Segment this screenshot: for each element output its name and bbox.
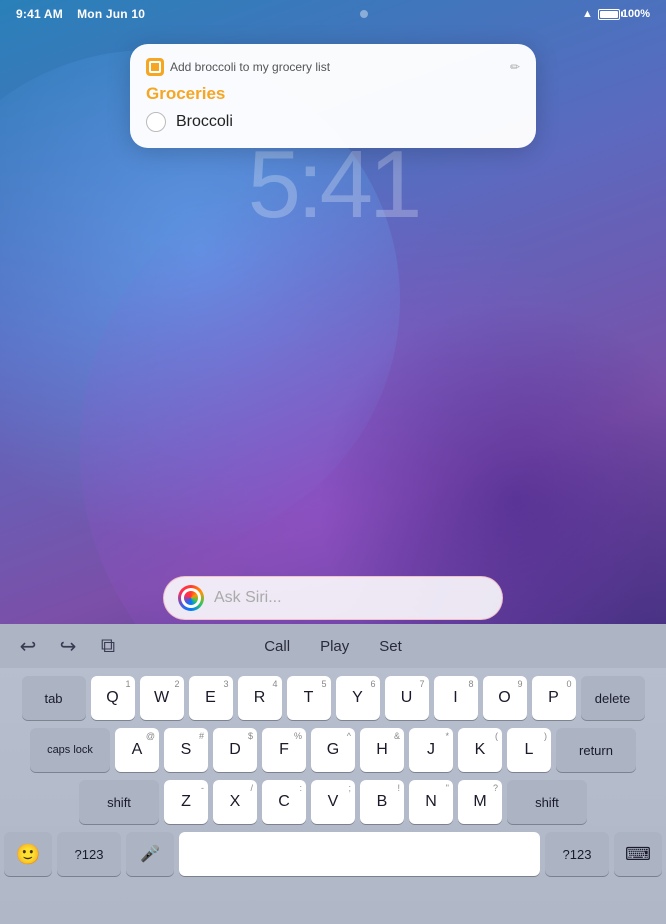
key-c[interactable]: C:	[262, 780, 306, 824]
status-date: Mon Jun 10	[77, 7, 145, 21]
siri-bar-container: Ask Siri...	[0, 576, 666, 620]
key-o[interactable]: O9	[483, 676, 527, 720]
keyboard-rows: tab Q1 W2 E3 R4 T5 Y6 U7 I8 O9 P0 delete…	[0, 668, 666, 880]
key-z[interactable]: Z-	[164, 780, 208, 824]
key-h[interactable]: H&	[360, 728, 404, 772]
item-checkbox[interactable]	[146, 112, 166, 132]
notification-title-text: Add broccoli to my grocery list	[170, 60, 504, 74]
key-row-3: shift Z- X/ C: V; B! N" M? shift	[4, 780, 662, 824]
key-q[interactable]: Q1	[91, 676, 135, 720]
key-g[interactable]: G^	[311, 728, 355, 772]
notification-card[interactable]: Add broccoli to my grocery list ✏ Grocer…	[130, 44, 536, 148]
key-f[interactable]: F%	[262, 728, 306, 772]
battery-icon	[598, 9, 620, 20]
reminders-icon-inner	[149, 61, 161, 73]
key-n[interactable]: N"	[409, 780, 453, 824]
grocery-list-title: Groceries	[146, 84, 520, 104]
key-t[interactable]: T5	[287, 676, 331, 720]
key-e[interactable]: E3	[189, 676, 233, 720]
key-l[interactable]: L)	[507, 728, 551, 772]
key-w[interactable]: W2	[140, 676, 184, 720]
wifi-icon: ▲	[582, 8, 593, 20]
key-d[interactable]: D$	[213, 728, 257, 772]
status-indicators: ▲ 100%	[582, 8, 650, 20]
key-s[interactable]: S#	[164, 728, 208, 772]
status-dot	[360, 10, 368, 18]
suggestion-set[interactable]: Set	[379, 638, 402, 655]
key-u[interactable]: U7	[385, 676, 429, 720]
shift-left-key[interactable]: shift	[79, 780, 159, 824]
key-p[interactable]: P0	[532, 676, 576, 720]
keyboard-key[interactable]: ⌨	[614, 832, 662, 876]
suggestion-play[interactable]: Play	[320, 638, 349, 655]
key-y[interactable]: Y6	[336, 676, 380, 720]
item-text: Broccoli	[176, 113, 233, 131]
num-symbol-key[interactable]: ?123	[57, 832, 121, 876]
key-row-4: 🙂 ?123 🎤 ?123 ⌨	[4, 832, 662, 876]
siri-bar[interactable]: Ask Siri...	[163, 576, 503, 620]
key-i[interactable]: I8	[434, 676, 478, 720]
key-k[interactable]: K(	[458, 728, 502, 772]
keyboard-area: ↩ ↪ ⧉ Call Play Set tab Q1 W2 E3 R4 T5 Y…	[0, 624, 666, 924]
key-v[interactable]: V;	[311, 780, 355, 824]
key-a[interactable]: A@	[115, 728, 159, 772]
mic-key[interactable]: 🎤	[126, 832, 174, 876]
battery-container: 100%	[598, 8, 650, 20]
key-m[interactable]: M?	[458, 780, 502, 824]
siri-symbol	[184, 591, 198, 605]
key-x[interactable]: X/	[213, 780, 257, 824]
return-key[interactable]: return	[556, 728, 636, 772]
reminders-app-icon	[146, 58, 164, 76]
tab-key[interactable]: tab	[22, 676, 86, 720]
key-row-1: tab Q1 W2 E3 R4 T5 Y6 U7 I8 O9 P0 delete	[4, 676, 662, 720]
toolbar-suggestions: Call Play Set	[177, 638, 490, 655]
caps-lock-key[interactable]: caps lock	[30, 728, 110, 772]
battery-text: 100%	[622, 8, 650, 20]
siri-icon-inner	[181, 588, 201, 608]
siri-placeholder-text: Ask Siri...	[214, 589, 488, 607]
key-j[interactable]: J*	[409, 728, 453, 772]
toolbar-actions: ↩ ↪ ⧉	[12, 630, 169, 662]
siri-icon	[178, 585, 204, 611]
notification-header: Add broccoli to my grocery list ✏	[146, 58, 520, 76]
redo-button[interactable]: ↪	[52, 630, 84, 662]
status-time: 9:41 AM	[16, 7, 63, 21]
status-time-date: 9:41 AM Mon Jun 10	[16, 7, 145, 21]
delete-key[interactable]: delete	[581, 676, 645, 720]
num-symbol-key-right[interactable]: ?123	[545, 832, 609, 876]
undo-button[interactable]: ↩	[12, 630, 44, 662]
suggestion-call[interactable]: Call	[264, 638, 290, 655]
battery-fill	[600, 11, 618, 18]
edit-icon[interactable]: ✏	[510, 60, 520, 74]
key-b[interactable]: B!	[360, 780, 404, 824]
key-r[interactable]: R4	[238, 676, 282, 720]
status-bar: 9:41 AM Mon Jun 10 ▲ 100%	[0, 0, 666, 28]
emoji-key[interactable]: 🙂	[4, 832, 52, 876]
space-key[interactable]	[179, 832, 540, 876]
grocery-item-broccoli[interactable]: Broccoli	[146, 112, 520, 132]
shift-right-key[interactable]: shift	[507, 780, 587, 824]
key-row-2: caps lock A@ S# D$ F% G^ H& J* K( L) ret…	[4, 728, 662, 772]
keyboard-toolbar: ↩ ↪ ⧉ Call Play Set	[0, 624, 666, 668]
copy-button[interactable]: ⧉	[92, 630, 124, 662]
